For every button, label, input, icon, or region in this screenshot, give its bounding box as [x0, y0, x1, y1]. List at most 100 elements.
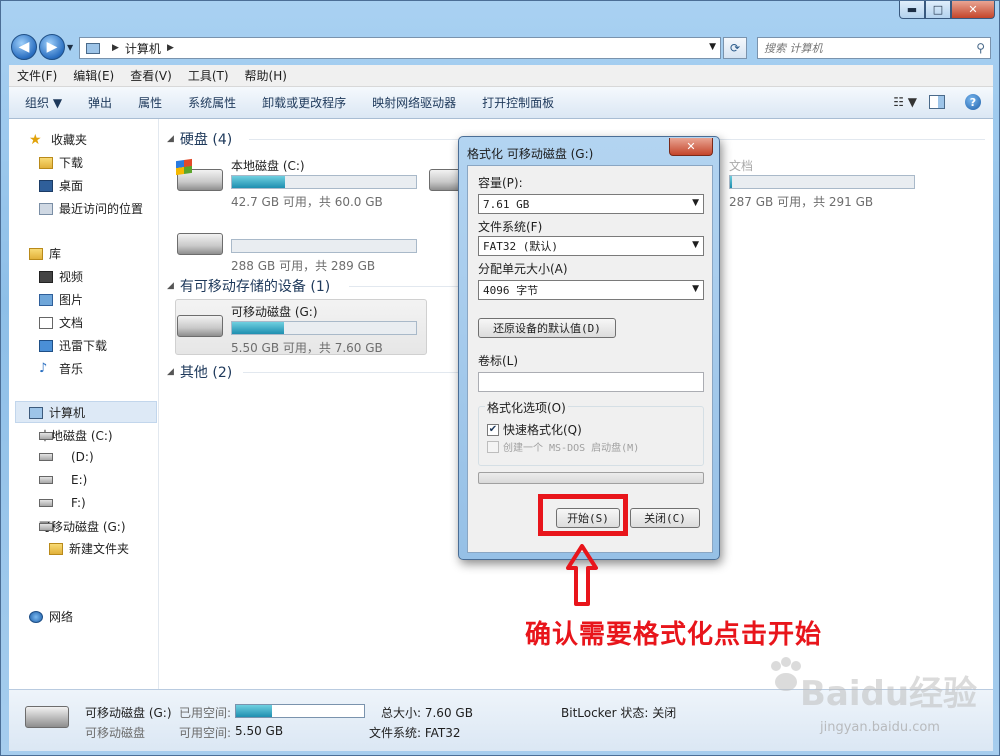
- search-box[interactable]: ⚲: [757, 37, 991, 59]
- details-free-label: 可用空间:: [179, 726, 232, 740]
- minimize-button[interactable]: ▬: [899, 1, 925, 19]
- menu-view[interactable]: 查看(V): [130, 67, 172, 84]
- format-progress-bar: [478, 472, 704, 484]
- chevron-down-icon[interactable]: ▼: [692, 198, 699, 208]
- nav-network[interactable]: 网络: [29, 608, 73, 625]
- nav-drive-d[interactable]: (D:): [39, 450, 94, 464]
- address-bar[interactable]: ▶ 计算机 ▶ ▼: [79, 37, 721, 59]
- forward-button[interactable]: ▶: [39, 34, 65, 60]
- close-dialog-button[interactable]: 关闭(C): [630, 508, 700, 528]
- usage-bar-fill: [232, 322, 284, 334]
- drive-tile-f[interactable]: 288 GB 可用，共 289 GB: [175, 217, 435, 273]
- nav-documents[interactable]: 文档: [39, 314, 83, 331]
- collapse-triangle-icon[interactable]: ◢: [167, 367, 174, 377]
- hard-drive-icon: [177, 233, 223, 255]
- breadcrumb-computer[interactable]: 计算机: [125, 40, 161, 57]
- group-divider: [243, 372, 461, 373]
- collapse-triangle-icon[interactable]: ◢: [167, 281, 174, 291]
- library-icon: [29, 247, 43, 260]
- eject-button[interactable]: 弹出: [88, 94, 112, 111]
- nav-libraries[interactable]: 库: [29, 245, 61, 262]
- organize-button[interactable]: 组织 ▼: [25, 94, 62, 111]
- usage-bar: [729, 175, 915, 189]
- capacity-select[interactable]: 7.61 GB ▼: [478, 194, 704, 214]
- allocation-unit-select[interactable]: 4096 字节 ▼: [478, 280, 704, 300]
- computer-icon: [86, 42, 100, 54]
- uninstall-program-button[interactable]: 卸载或更改程序: [262, 94, 346, 111]
- chevron-down-icon[interactable]: ▼: [692, 240, 699, 250]
- drive-tile-g[interactable]: 可移动磁盘 (G:) 5.50 GB 可用，共 7.60 GB: [175, 299, 435, 355]
- details-drive-name: 可移动磁盘 (G:): [85, 706, 172, 720]
- chevron-right-icon[interactable]: ▶: [112, 43, 119, 53]
- volume-label-label: 卷标(L): [478, 354, 519, 368]
- nav-drive-e[interactable]: E:): [39, 473, 87, 487]
- usage-bar: [231, 175, 417, 189]
- nav-recent-places[interactable]: 最近访问的位置: [39, 200, 143, 217]
- nav-pictures[interactable]: 图片: [39, 291, 83, 308]
- group-other[interactable]: ◢ 其他 (2): [167, 362, 232, 382]
- collapse-triangle-icon[interactable]: ◢: [167, 134, 174, 144]
- dialog-close-button[interactable]: ✕: [669, 138, 713, 156]
- nav-drive-f[interactable]: F:): [39, 496, 86, 510]
- file-system-select[interactable]: FAT32 (默认) ▼: [478, 236, 704, 256]
- properties-button[interactable]: 属性: [138, 94, 162, 111]
- usage-bar: [231, 321, 417, 335]
- menu-file[interactable]: 文件(F): [17, 67, 57, 84]
- change-view-icon[interactable]: ☷ ▼: [893, 95, 917, 109]
- removable-drive-icon: [39, 522, 53, 531]
- usage-bar-fill: [730, 176, 732, 188]
- volume-label-input[interactable]: [478, 372, 704, 392]
- preview-pane-icon[interactable]: [929, 95, 945, 109]
- chevron-down-icon[interactable]: ▼: [709, 42, 716, 52]
- open-control-panel-button[interactable]: 打开控制面板: [482, 94, 554, 111]
- nav-thunder-downloads[interactable]: 迅雷下载: [39, 337, 107, 354]
- maximize-button[interactable]: □: [925, 1, 951, 19]
- video-icon: [39, 270, 53, 283]
- menu-help[interactable]: 帮助(H): [245, 67, 287, 84]
- network-icon: [29, 610, 43, 623]
- search-icon[interactable]: ⚲: [976, 41, 985, 55]
- nav-videos[interactable]: 视频: [39, 268, 83, 285]
- msdos-startup-checkbox[interactable]: 创建一个 MS-DOS 启动盘(M): [487, 439, 639, 454]
- nav-downloads[interactable]: 下载: [39, 154, 83, 171]
- details-usage-bar: [235, 704, 365, 718]
- chevron-right-icon[interactable]: ▶: [167, 43, 174, 53]
- drive-tile-c[interactable]: 本地磁盘 (C:) 42.7 GB 可用，共 60.0 GB: [175, 153, 435, 209]
- back-button[interactable]: ◀: [11, 34, 37, 60]
- nav-drive-g[interactable]: 可移动磁盘 (G:): [39, 518, 126, 535]
- nav-favorites[interactable]: ★ 收藏夹: [29, 131, 87, 148]
- usage-bar-fill: [232, 176, 286, 188]
- map-network-drive-button[interactable]: 映射网络驱动器: [372, 94, 456, 111]
- refresh-button[interactable]: ⟳: [723, 37, 747, 59]
- pictures-icon: [39, 293, 53, 306]
- nav-desktop[interactable]: 桌面: [39, 177, 83, 194]
- menu-edit[interactable]: 编辑(E): [73, 67, 114, 84]
- hard-drive-icon: [39, 453, 53, 461]
- quick-format-checkbox[interactable]: ✔ 快速格式化(Q): [487, 421, 582, 438]
- recent-pages-dropdown[interactable]: ▼: [67, 43, 73, 52]
- watermark-text: Baidu经验: [800, 674, 978, 714]
- desktop-icon: [39, 179, 53, 192]
- menu-tools[interactable]: 工具(T): [188, 67, 229, 84]
- checkmark-icon[interactable]: ✔: [487, 423, 499, 436]
- group-removable-storage[interactable]: ◢ 有可移动存储的设备 (1): [167, 276, 330, 296]
- nav-music[interactable]: ♪ 音乐: [39, 360, 83, 377]
- format-options-legend: 格式化选项(O): [485, 399, 568, 416]
- navigation-bar: ◀ ▶ ▼ ▶ 计算机 ▶ ▼ ⟳ ⚲: [1, 31, 1000, 63]
- details-drive-type: 可移动磁盘: [85, 726, 146, 740]
- help-icon[interactable]: ?: [965, 94, 981, 110]
- nav-new-folder[interactable]: 新建文件夹: [49, 540, 129, 557]
- downloads-folder-icon: [39, 156, 53, 169]
- chevron-down-icon[interactable]: ▼: [692, 284, 699, 294]
- group-hard-disks[interactable]: ◢ 硬盘 (4): [167, 129, 232, 149]
- system-properties-button[interactable]: 系统属性: [188, 94, 236, 111]
- restore-defaults-button[interactable]: 还原设备的默认值(D): [478, 318, 616, 338]
- nav-computer[interactable]: 计算机: [29, 404, 85, 421]
- hard-drive-icon: [39, 476, 53, 484]
- close-button[interactable]: ✕: [951, 1, 995, 19]
- search-input[interactable]: [764, 41, 964, 55]
- hard-drive-icon: [39, 431, 53, 440]
- removable-drive-icon: [25, 706, 69, 728]
- nav-drive-c[interactable]: 本地磁盘 (C:): [39, 427, 113, 444]
- details-total-size: 总大小: 7.60 GB: [381, 706, 473, 720]
